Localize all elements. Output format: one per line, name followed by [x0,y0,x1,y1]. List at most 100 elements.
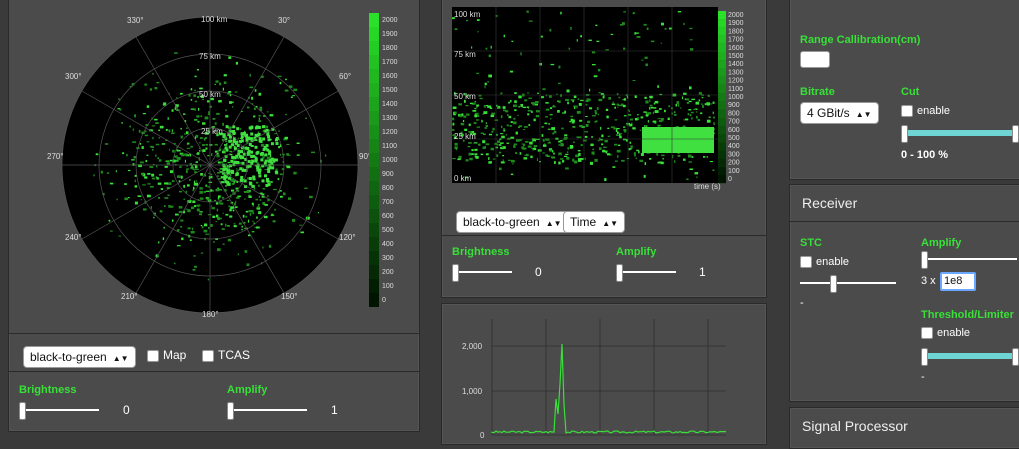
wf-range-label: 25 km [454,132,476,141]
ppi-bearing-label: 270° [47,152,64,161]
colorbar-tick-label: 500 [728,135,740,142]
wf-colormap-select[interactable]: black-to-green ▲▼ [456,211,569,233]
chevron-updown-icon: ▲▼ [112,354,129,363]
wf-brightness-slider[interactable] [452,264,512,282]
colorbar-tick-label: 800 [728,110,740,117]
map-checkbox[interactable]: Map [147,348,186,362]
threshold-enable-label: enable [937,327,971,339]
tcas-checkbox[interactable]: TCAS [202,348,250,362]
cut-max-handle[interactable] [1012,125,1019,143]
colorbar-tick-label: 900 [382,171,394,178]
wf-range-label: 0 km [454,174,472,183]
cut-range-slider[interactable] [901,125,1019,143]
divider [442,235,766,236]
checkbox-box[interactable] [147,349,159,362]
chevron-updown-icon: ▲▼ [545,219,562,228]
wf-mode-select[interactable]: Time ▲▼ [563,211,626,233]
wf-amplify-value: 1 [699,265,706,279]
ppi-bearing-label: 180° [202,310,219,319]
colorbar-tick-label: 1700 [728,37,744,44]
checkbox-box[interactable] [901,105,913,118]
ascope-y-label: 1,000 [462,387,483,396]
rx-amplify-label: Amplify [921,237,962,249]
colorbar-tick-label: 1200 [382,129,398,136]
ppi-range-label: 100 km [201,15,228,24]
colorbar-tick-label: 700 [728,119,740,126]
ppi-bearing-label: 210° [121,292,138,301]
map-label: Map [163,348,187,362]
divider [790,221,1019,222]
ppi-amplify-slider[interactable] [227,402,307,420]
signal-processor-panel: Signal Processor [789,407,1019,449]
threshold-enable-checkbox[interactable]: enable [921,327,971,340]
colorbar-tick-label: 100 [728,168,740,175]
calibration-panel: Range Callibration(cm) Bitrate 4 GBit/s ▲… [789,0,1019,180]
threshold-min-handle[interactable] [921,348,928,366]
colorbar-tick-label: 1900 [382,31,398,38]
wf-mode-value: Time [570,215,597,229]
rx-amplify-slider[interactable] [921,251,1017,269]
colorbar-tick-label: 1400 [728,61,744,68]
ppi-amplify-value: 1 [331,403,338,417]
range-calibration-input[interactable] [800,51,830,68]
colorbar-tick-label: 1500 [382,87,398,94]
ascope-y-label: 2,000 [462,342,483,351]
bitrate-select[interactable]: 4 GBit/s ▲▼ [800,102,879,124]
ppi-bearing-label: 150° [281,292,298,301]
colorbar-tick-label: 600 [728,127,740,134]
ppi-display: 100 km 75 km 50 km 25 km 330° 30° 300° 6… [9,0,419,332]
cut-range-text: 0 - 100 % [901,149,949,161]
ppi-brightness-slider[interactable] [19,402,99,420]
threshold-range-slider[interactable] [921,348,1019,366]
bitrate-value: 4 GBit/s [807,106,850,120]
checkbox-box[interactable] [921,327,933,340]
checkbox-box[interactable] [202,349,214,362]
ppi-bearing-label: 240° [65,233,82,242]
colorbar-tick-label: 1900 [728,20,744,27]
threshold-value: - [921,371,925,383]
ppi-colormap-value: black-to-green [30,350,107,364]
chevron-updown-icon: ▲▼ [602,219,619,228]
ascope-y-label: 0 [480,431,485,440]
wf-range-label: 75 km [454,50,476,59]
ascope-signal-trace [491,343,727,434]
divider [9,333,419,334]
stc-label: STC [800,237,822,249]
ppi-brightness-label: Brightness [19,384,77,396]
colorbar-tick-label: 800 [382,185,394,192]
cut-min-handle[interactable] [901,125,908,143]
colorbar-tick-label: 900 [728,102,740,109]
stc-value: - [800,297,804,309]
colorbar-tick-label: 1600 [728,45,744,52]
ppi-colormap-select[interactable]: black-to-green ▲▼ [23,346,136,368]
ppi-bearing-label: 300° [65,72,82,81]
colorbar-tick-label: 1800 [728,28,744,35]
checkbox-box[interactable] [800,256,812,269]
rx-amplify-prefix: 3 x [921,275,936,287]
ppi-range-label: 50 km [199,90,221,99]
wf-amplify-slider[interactable] [616,264,676,282]
stc-enable-label: enable [816,256,850,268]
threshold-label: Threshold/Limiter [921,309,1014,321]
waterfall-colorbar: 2000190018001700160015001400130012001100… [718,11,744,184]
ppi-brightness-value: 0 [123,403,130,417]
cut-enable-label: enable [917,105,951,117]
ppi-panel: 100 km 75 km 50 km 25 km 330° 30° 300° 6… [8,0,420,432]
threshold-max-handle[interactable] [1012,348,1019,366]
cut-enable-checkbox[interactable]: enable [901,105,951,118]
receiver-title: Receiver [802,195,858,211]
signal-processor-title: Signal Processor [802,418,908,434]
colorbar-tick-label: 2000 [382,17,398,24]
colorbar-tick-label: 500 [382,227,394,234]
colorbar-tick-label: 1700 [382,59,398,66]
stc-enable-checkbox[interactable]: enable [800,256,850,269]
stc-slider[interactable] [800,275,896,293]
colorbar-tick-label: 400 [382,241,394,248]
tcas-label: TCAS [218,348,251,362]
bitrate-label: Bitrate [800,86,835,98]
range-calibration-label: Range Callibration(cm) [800,34,921,46]
wf-colormap-value: black-to-green [463,215,540,229]
colorbar-tick-label: 1000 [728,94,744,101]
rx-amplify-input[interactable]: 1e8 [940,272,976,291]
colorbar-tick-label: 700 [382,199,394,206]
